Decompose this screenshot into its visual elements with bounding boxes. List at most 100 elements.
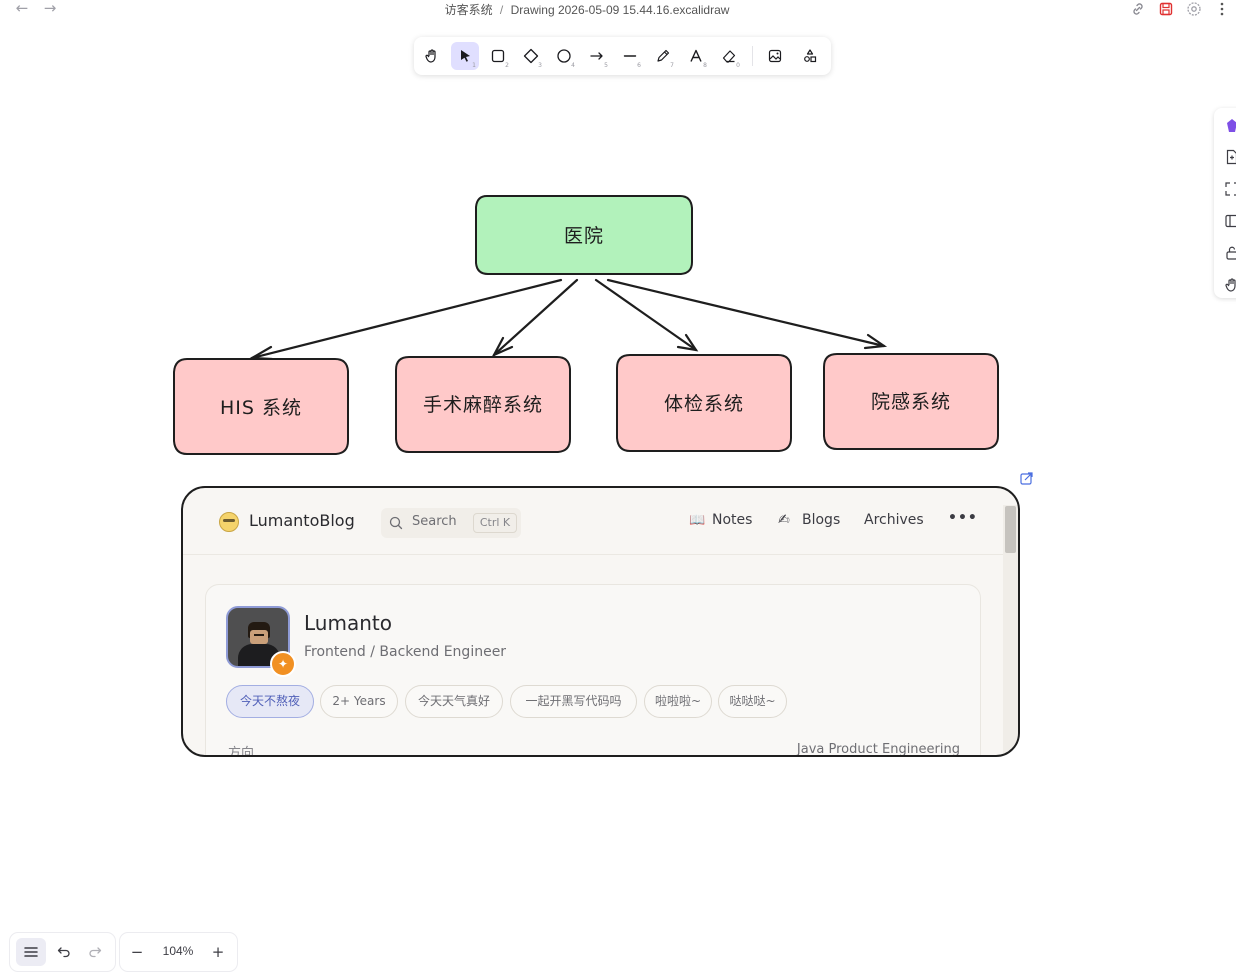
tag-chip[interactable]: 啦啦啦~	[644, 685, 712, 718]
toolbar-divider	[752, 46, 753, 66]
arrow-to-infection[interactable]	[606, 278, 886, 348]
tag-chip[interactable]: 哒哒哒~	[718, 685, 787, 718]
title-bar: ← → 访客系统 / Drawing 2026-05-09 15.44.16.e…	[0, 0, 1236, 18]
shortcut-number: 2	[505, 62, 509, 69]
save-icon[interactable]	[1158, 1, 1174, 17]
root-node-label: 医院	[563, 225, 604, 247]
tool-diamond[interactable]: 3	[517, 42, 545, 70]
profile-name: Lumanto	[304, 611, 392, 635]
search-placeholder: Search	[412, 514, 457, 529]
file-name[interactable]: Drawing 2026-05-09 15.44.16.excalidraw	[511, 3, 730, 17]
tool-arrow[interactable]: 5	[583, 42, 611, 70]
shortcut-number: 8	[703, 62, 707, 69]
hand-icon	[425, 49, 436, 63]
tool-eraser[interactable]: 0	[715, 42, 743, 70]
obsidian-icon[interactable]	[1224, 118, 1236, 134]
shortcut-number: 0	[736, 62, 740, 69]
shortcut-number: 3	[538, 62, 542, 69]
sidebar-icon[interactable]	[1224, 213, 1236, 229]
undo-button[interactable]	[51, 938, 77, 966]
embedded-webpage[interactable]: LumantoBlog Search Ctrl K 📖 Notes ✍ Blog…	[183, 488, 1018, 755]
line-icon	[623, 55, 637, 57]
tool-image[interactable]	[761, 42, 789, 70]
zoom-out-button[interactable]: −	[124, 938, 150, 966]
ellipse-icon	[557, 49, 571, 63]
tool-hand[interactable]	[418, 42, 446, 70]
tool-rectangle[interactable]: 2	[484, 42, 512, 70]
node-checkup-label: 体检系统	[663, 393, 744, 415]
document-title: 访客系统 / Drawing 2026-05-09 15.44.16.excal…	[0, 1, 1174, 18]
right-side-rail	[1214, 108, 1236, 298]
hamburger-icon	[24, 947, 38, 957]
breadcrumb-folder[interactable]: 访客系统	[445, 3, 493, 17]
image-icon	[768, 49, 782, 63]
add-file-icon[interactable]	[1224, 149, 1236, 165]
more-menu-icon[interactable]: •••	[948, 510, 978, 526]
site-logo-icon[interactable]	[219, 512, 239, 532]
node-surgery-label: 手术麻醉系统	[422, 394, 543, 416]
book-icon: 📖	[689, 513, 706, 528]
shapes-icon	[804, 49, 817, 63]
open-link-icon[interactable]	[1020, 472, 1033, 485]
arrow-to-surgery[interactable]	[492, 278, 579, 357]
tool-extra-tools[interactable]	[796, 42, 824, 70]
shortcut-number: 4	[571, 62, 575, 69]
tool-selection[interactable]: 1	[451, 42, 479, 70]
fullscreen-icon[interactable]	[1224, 181, 1236, 197]
tool-line[interactable]: 6	[616, 42, 644, 70]
nav-archives[interactable]: Archives	[864, 512, 924, 528]
pencil-icon	[657, 49, 670, 62]
blog-header: LumantoBlog Search Ctrl K 📖 Notes ✍ Blog…	[183, 488, 1018, 555]
tool-ellipse[interactable]: 4	[550, 42, 578, 70]
writing-hand-icon: ✍	[778, 512, 790, 528]
nav-notes[interactable]: Notes	[712, 512, 752, 528]
tool-text[interactable]: 8	[682, 42, 710, 70]
shortcut-number: 1	[472, 62, 476, 69]
profile-role: Frontend / Backend Engineer	[304, 644, 507, 660]
diamond-icon	[523, 48, 539, 64]
settings-icon[interactable]	[1186, 1, 1202, 17]
redo-icon	[89, 947, 102, 958]
unlock-icon[interactable]	[1224, 245, 1236, 261]
search-shortcut-key: Ctrl K	[473, 513, 517, 533]
site-name[interactable]: LumantoBlog	[249, 511, 355, 530]
more-icon[interactable]	[1214, 1, 1230, 17]
tag-chip[interactable]: 2+ Years	[320, 685, 398, 718]
shortcut-number: 6	[637, 62, 641, 69]
tag-chip[interactable]: 一起开黑写代码吗	[510, 685, 637, 718]
breadcrumb-separator: /	[499, 3, 504, 17]
search-button[interactable]: Search Ctrl K	[381, 508, 521, 538]
redo-button[interactable]	[82, 938, 108, 966]
text-icon	[690, 49, 702, 62]
verified-badge: ✦	[270, 651, 296, 677]
nav-blogs[interactable]: Blogs	[802, 512, 840, 528]
hand-icon[interactable]	[1224, 277, 1236, 293]
rectangle-icon	[491, 49, 505, 63]
drawing-toolbar: 1 2 3 4 5 6 7 8 0	[414, 37, 831, 75]
node-his-label: HIS 系统	[220, 397, 302, 419]
main-menu-button[interactable]	[16, 938, 46, 966]
arrow-to-checkup[interactable]	[594, 278, 698, 352]
arrow-to-his[interactable]	[250, 278, 563, 360]
tag-chip[interactable]: 今天天气真好	[405, 685, 503, 718]
zoom-in-button[interactable]: +	[205, 938, 231, 966]
shortcut-number: 7	[670, 62, 674, 69]
pointer-icon	[461, 50, 470, 62]
bottom-left-controls	[10, 933, 115, 971]
undo-icon	[57, 947, 70, 958]
connectors	[248, 278, 888, 361]
section-label: 方向	[228, 746, 255, 755]
link-icon[interactable]	[1130, 1, 1146, 17]
zoom-reset-button[interactable]: 104%	[150, 944, 206, 958]
shortcut-number: 5	[604, 62, 608, 69]
tag-chip[interactable]: 今天不熬夜	[226, 685, 314, 718]
arrow-icon	[590, 52, 603, 60]
tool-draw[interactable]: 7	[649, 42, 677, 70]
eraser-icon	[722, 50, 736, 63]
section-value: Java Product Engineering	[796, 742, 960, 755]
scrollbar-thumb[interactable]	[1005, 506, 1016, 553]
node-infection-label: 院感系统	[870, 391, 951, 413]
search-icon	[389, 516, 403, 530]
profile-card: ✦ Lumanto Frontend / Backend Engineer 今天…	[205, 584, 981, 755]
zoom-controls: − 104% +	[120, 933, 237, 971]
